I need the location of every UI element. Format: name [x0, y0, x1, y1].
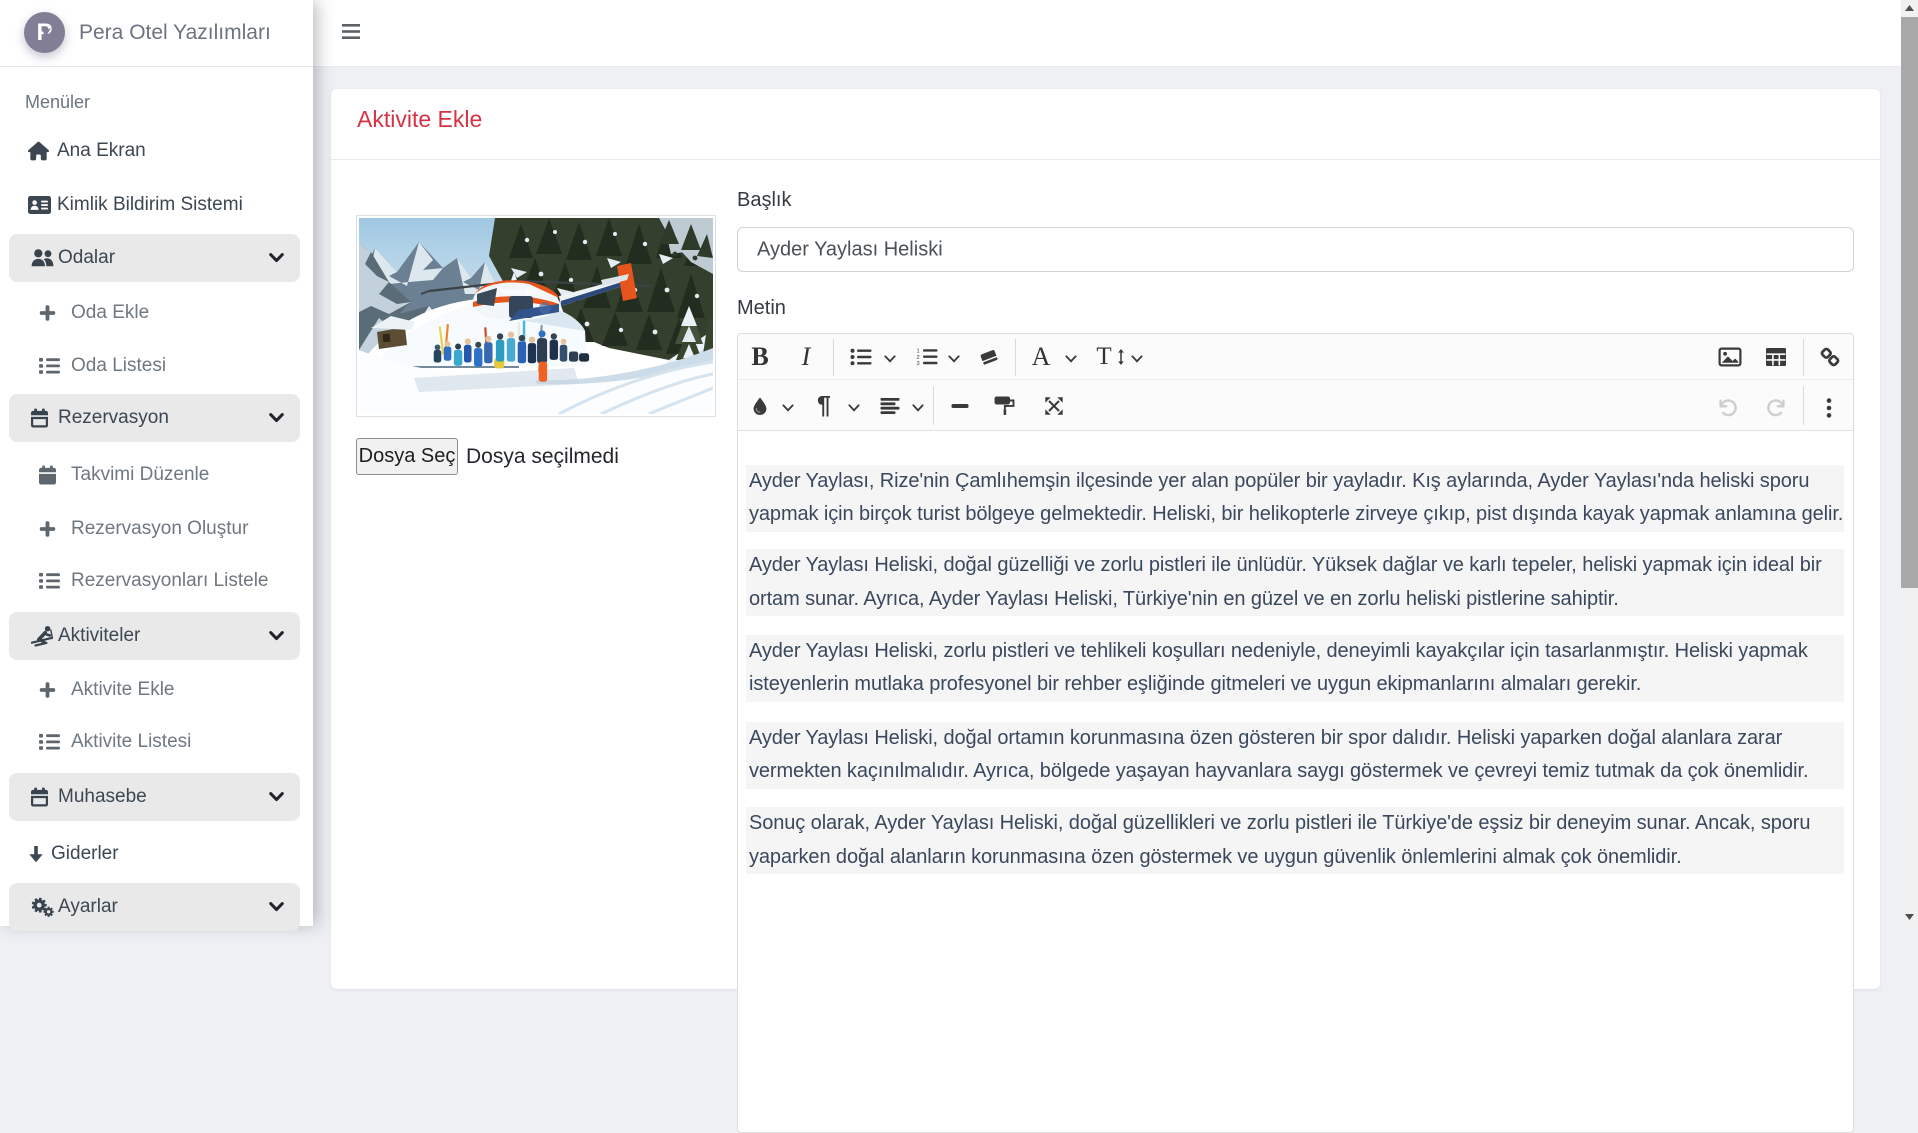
svg-text:2: 2 — [917, 355, 920, 361]
svg-text:heliski.pro: heliski.pro — [501, 289, 536, 296]
svg-text:3: 3 — [917, 361, 920, 366]
svg-text:1: 1 — [917, 349, 920, 355]
